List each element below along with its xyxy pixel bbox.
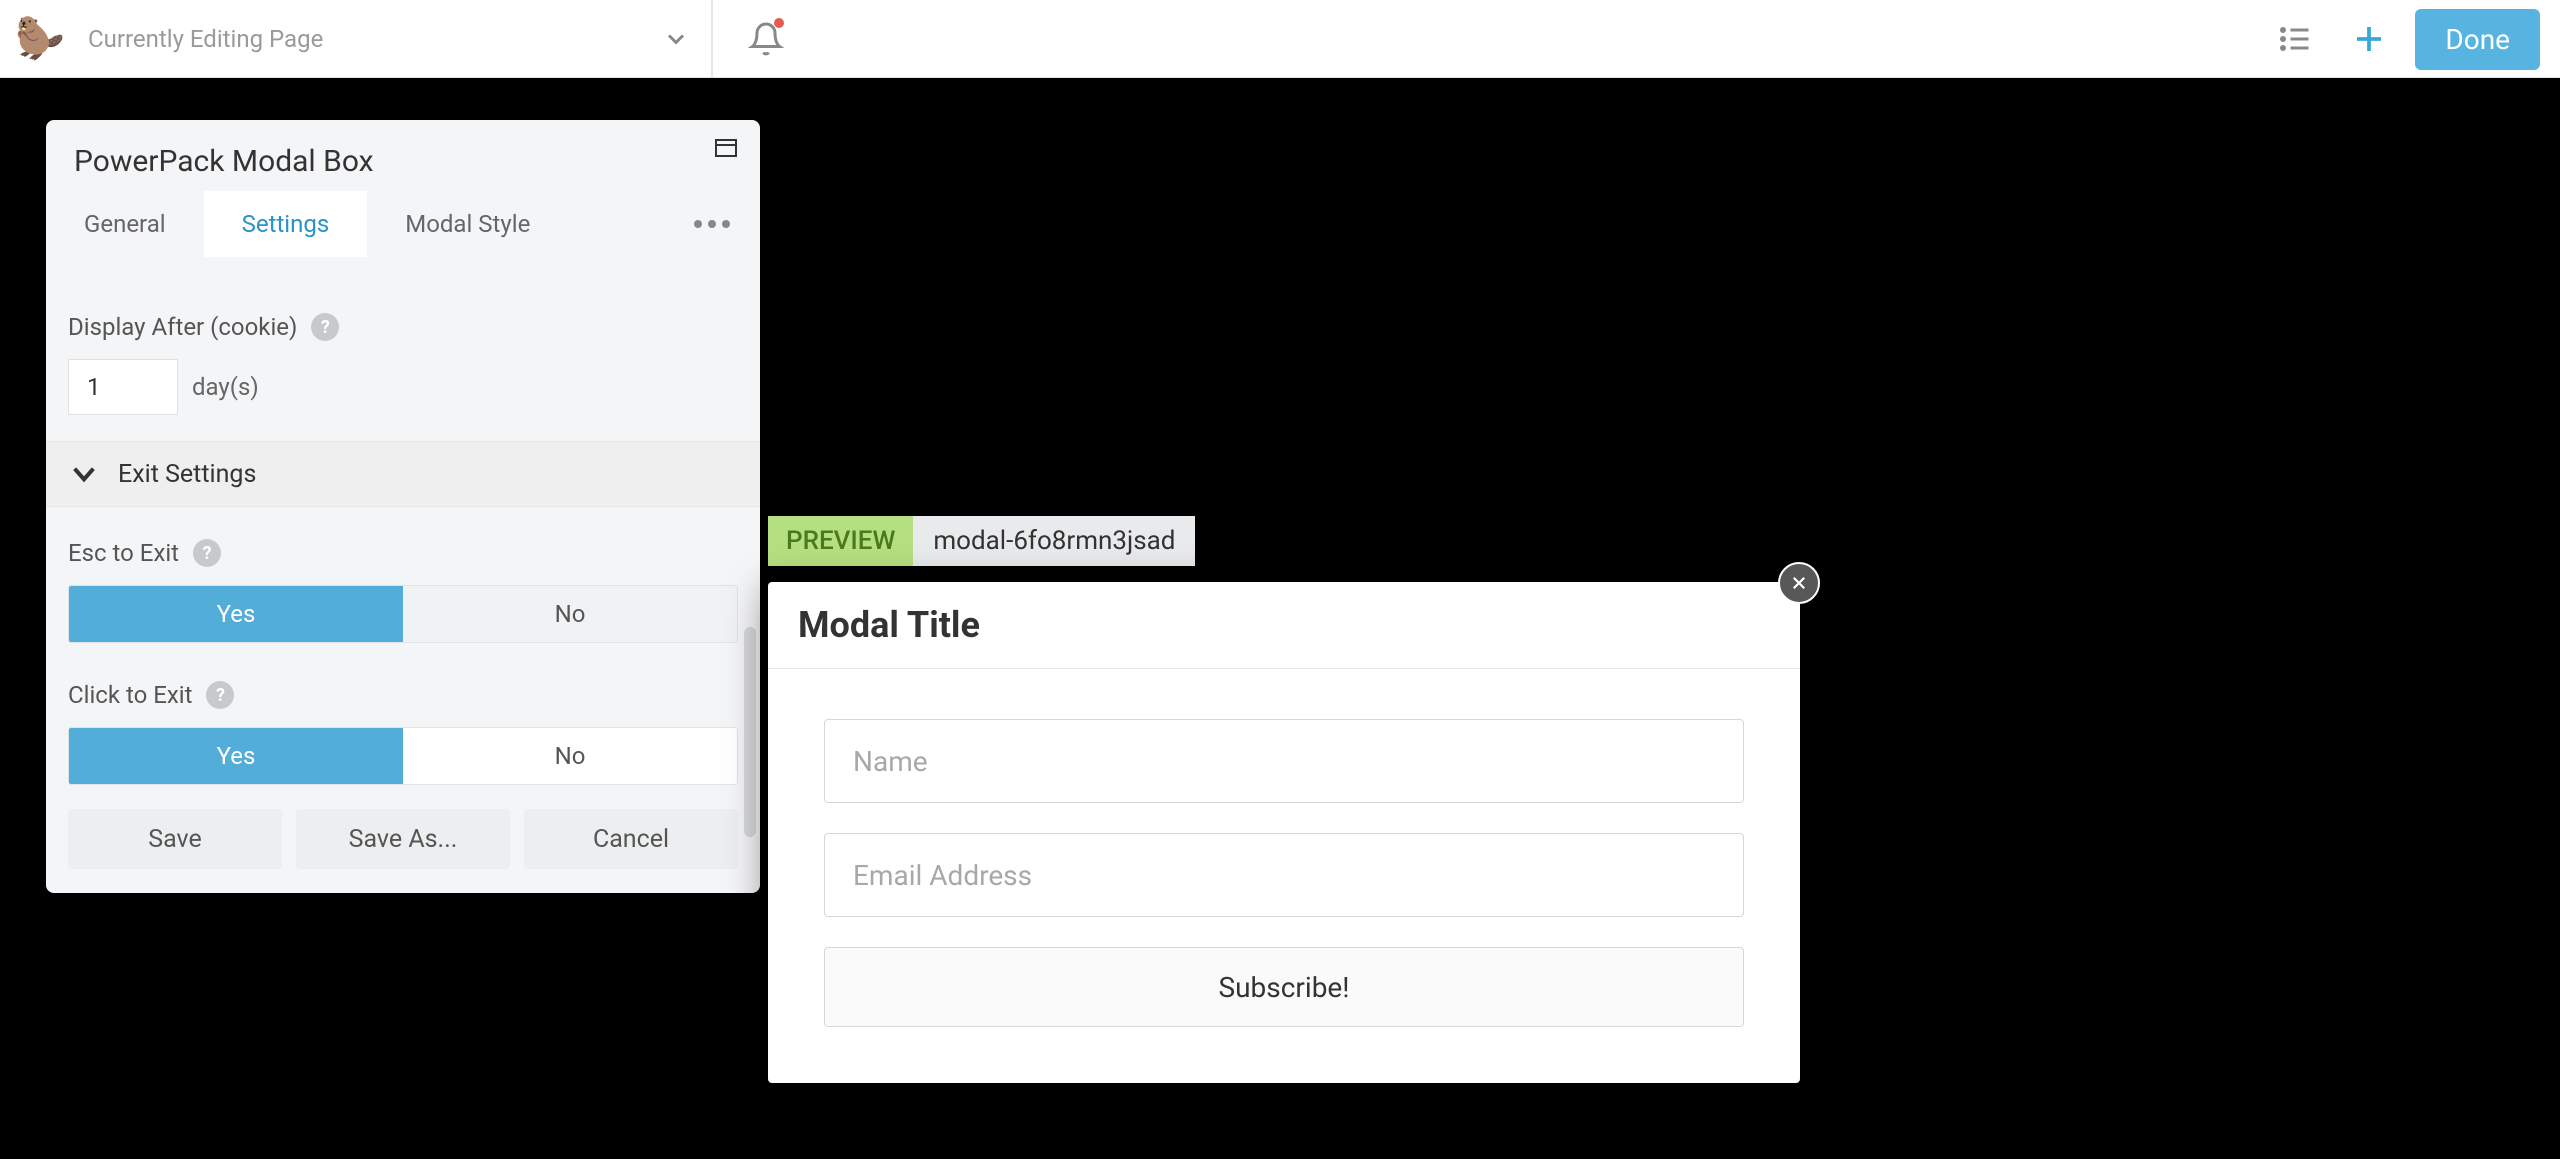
add-content-button[interactable] — [2341, 11, 2397, 67]
help-icon[interactable]: ? — [193, 539, 221, 567]
panel-body: Display After (cookie) ? day(s) Exit Set… — [46, 257, 760, 791]
cancel-button[interactable]: Cancel — [524, 809, 738, 869]
tab-modal-style[interactable]: Modal Style — [367, 191, 568, 257]
dot-icon — [722, 220, 730, 228]
preview-label: PREVIEW — [768, 516, 913, 566]
window-icon — [714, 138, 738, 158]
field-esc-to-exit: Esc to Exit ? Yes No — [46, 507, 760, 649]
display-after-unit: day(s) — [192, 373, 259, 401]
page-dropdown-toggle[interactable] — [640, 0, 712, 78]
esc-to-exit-yes[interactable]: Yes — [69, 586, 403, 642]
display-after-input[interactable] — [68, 359, 178, 415]
exit-settings-title: Exit Settings — [118, 460, 256, 489]
display-after-label: Display After (cookie) — [68, 313, 297, 341]
exit-settings-section-header[interactable]: Exit Settings — [46, 441, 760, 507]
tab-general[interactable]: General — [46, 191, 204, 257]
modal-title: Modal Title — [798, 604, 1770, 646]
modal-close-button[interactable] — [1778, 562, 1820, 604]
close-icon — [1790, 574, 1808, 592]
panel-title: PowerPack Modal Box — [74, 144, 374, 179]
tab-more-button[interactable] — [664, 191, 760, 257]
field-click-to-exit: Click to Exit ? Yes No — [46, 649, 760, 791]
panel-expand-button[interactable] — [714, 138, 742, 166]
esc-to-exit-label: Esc to Exit — [68, 539, 179, 567]
esc-to-exit-toggle: Yes No — [68, 585, 738, 643]
module-settings-panel: PowerPack Modal Box General Settings Mod… — [46, 120, 760, 893]
scrollbar-thumb[interactable] — [744, 627, 756, 837]
chevron-down-icon — [68, 458, 100, 490]
field-display-after: Display After (cookie) ? day(s) — [46, 257, 760, 421]
divider — [712, 0, 713, 78]
tab-settings[interactable]: Settings — [204, 191, 368, 257]
click-to-exit-toggle: Yes No — [68, 727, 738, 785]
help-icon[interactable]: ? — [206, 681, 234, 709]
panel-tabs: General Settings Modal Style — [46, 191, 760, 257]
click-to-exit-no[interactable]: No — [403, 728, 737, 784]
click-to-exit-label: Click to Exit — [68, 681, 192, 709]
notification-dot — [774, 18, 784, 28]
beaver-logo-icon: 🦫 — [12, 11, 68, 67]
plus-icon — [2351, 21, 2387, 57]
preview-id: modal-6fo8rmn3jsad — [913, 516, 1195, 566]
subscribe-button[interactable]: Subscribe! — [824, 947, 1744, 1027]
modal-body: Subscribe! — [768, 669, 1800, 1083]
list-icon — [2277, 21, 2313, 57]
chevron-down-icon — [662, 25, 690, 53]
help-icon[interactable]: ? — [311, 313, 339, 341]
panel-footer: Save Save As... Cancel — [46, 791, 760, 893]
page-title: Currently Editing Page — [88, 25, 323, 53]
save-as-button[interactable]: Save As... — [296, 809, 510, 869]
top-toolbar: 🦫 Currently Editing Page Done — [0, 0, 2560, 78]
done-button[interactable]: Done — [2415, 9, 2540, 70]
outline-panel-button[interactable] — [2267, 11, 2323, 67]
notifications-button[interactable] — [730, 0, 802, 78]
modal-preview: Modal Title Subscribe! — [768, 582, 1800, 1083]
dot-icon — [694, 220, 702, 228]
esc-to-exit-no[interactable]: No — [403, 586, 737, 642]
preview-tag: PREVIEW modal-6fo8rmn3jsad — [768, 516, 1195, 566]
panel-header: PowerPack Modal Box — [46, 120, 760, 191]
save-button[interactable]: Save — [68, 809, 282, 869]
click-to-exit-yes[interactable]: Yes — [69, 728, 403, 784]
email-field[interactable] — [824, 833, 1744, 917]
dot-icon — [708, 220, 716, 228]
modal-header: Modal Title — [768, 582, 1800, 669]
name-field[interactable] — [824, 719, 1744, 803]
